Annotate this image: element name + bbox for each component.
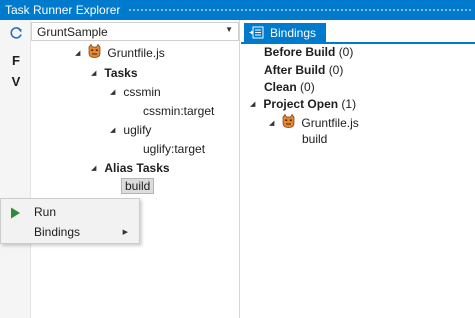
submenu-arrow-icon: ▶: [122, 229, 128, 236]
tree-node-label: uglify: [123, 123, 152, 137]
tree-node-uglify[interactable]: ◢ uglify: [110, 123, 151, 137]
project-dropdown[interactable]: GruntSample ▼: [31, 22, 239, 41]
binding-task-label: build: [302, 132, 328, 146]
binding-project-open[interactable]: ◢ Project Open (1): [250, 97, 356, 111]
binding-before-build[interactable]: Before Build (0): [264, 45, 353, 59]
tree-node-tasks[interactable]: ◢ Tasks: [91, 66, 138, 80]
binding-count: (1): [341, 97, 357, 111]
binding-label: After Build: [264, 63, 326, 77]
refresh-button[interactable]: [7, 25, 25, 43]
title-bar: Task Runner Explorer: [0, 0, 475, 20]
tree-node-label: build: [121, 178, 155, 194]
toggle-v-button[interactable]: V: [7, 74, 25, 89]
binding-after-build[interactable]: After Build (0): [264, 63, 343, 77]
binding-node-build[interactable]: build: [302, 132, 327, 146]
expanded-triangle-icon[interactable]: ◢: [110, 88, 115, 96]
tree-node-label: cssmin: [123, 85, 161, 99]
refresh-icon: [10, 27, 22, 39]
tree-node-label: cssmin:target: [143, 104, 215, 118]
expanded-triangle-icon[interactable]: ◢: [110, 126, 115, 134]
tree-node-cssmin[interactable]: ◢ cssmin: [110, 85, 161, 99]
binding-label: Before Build: [264, 45, 336, 59]
tree-node-alias-tasks[interactable]: ◢ Alias Tasks: [91, 161, 170, 175]
tab-underline: [241, 42, 475, 44]
binding-file-label: Gruntfile.js: [301, 115, 359, 130]
menu-item-label: Bindings: [34, 225, 81, 239]
expanded-triangle-icon[interactable]: ◢: [91, 164, 96, 172]
tab-bindings[interactable]: Bindings: [244, 23, 326, 42]
binding-node-gruntfile[interactable]: ◢ Gruntfile.js: [269, 113, 359, 131]
play-icon: [11, 207, 20, 219]
window-title: Task Runner Explorer: [5, 3, 121, 17]
tree-node-uglify-target[interactable]: uglify:target: [143, 142, 205, 156]
toolbar-strip: F V: [0, 20, 31, 318]
binding-count: (0): [300, 80, 315, 94]
menu-item-label: Run: [34, 205, 57, 219]
menu-item-bindings[interactable]: Bindings ▶: [1, 222, 139, 242]
binding-count: (0): [328, 63, 344, 77]
expanded-triangle-icon[interactable]: ◢: [75, 49, 80, 57]
bindings-icon: [249, 26, 264, 39]
tree-node-build[interactable]: build: [121, 178, 155, 194]
binding-label: Clean: [264, 80, 297, 94]
expanded-triangle-icon[interactable]: ◢: [91, 69, 96, 77]
tree-node-cssmin-target[interactable]: cssmin:target: [143, 104, 214, 118]
title-grip[interactable]: [128, 7, 471, 13]
tab-bindings-label: Bindings: [270, 25, 317, 40]
tree-node-label: Tasks: [104, 66, 138, 80]
expanded-triangle-icon[interactable]: ◢: [250, 100, 255, 108]
binding-count: (0): [338, 45, 354, 59]
tree-node-gruntfile[interactable]: ◢ Gruntfile.js: [75, 43, 165, 61]
chevron-down-icon[interactable]: ▼: [225, 25, 233, 34]
grunt-icon: [88, 43, 101, 61]
project-dropdown-value: GruntSample: [37, 25, 108, 39]
menu-item-run[interactable]: Run: [1, 202, 139, 222]
grunt-icon: [282, 113, 295, 131]
tree-node-label: uglify:target: [143, 142, 206, 156]
expanded-triangle-icon[interactable]: ◢: [269, 119, 274, 127]
toggle-f-button[interactable]: F: [7, 53, 25, 68]
binding-label: Project Open: [263, 97, 339, 111]
tree-node-label: Gruntfile.js: [107, 45, 165, 60]
context-menu: Run Bindings ▶: [0, 198, 140, 244]
tree-node-label: Alias Tasks: [104, 161, 170, 175]
binding-clean[interactable]: Clean (0): [264, 80, 315, 94]
